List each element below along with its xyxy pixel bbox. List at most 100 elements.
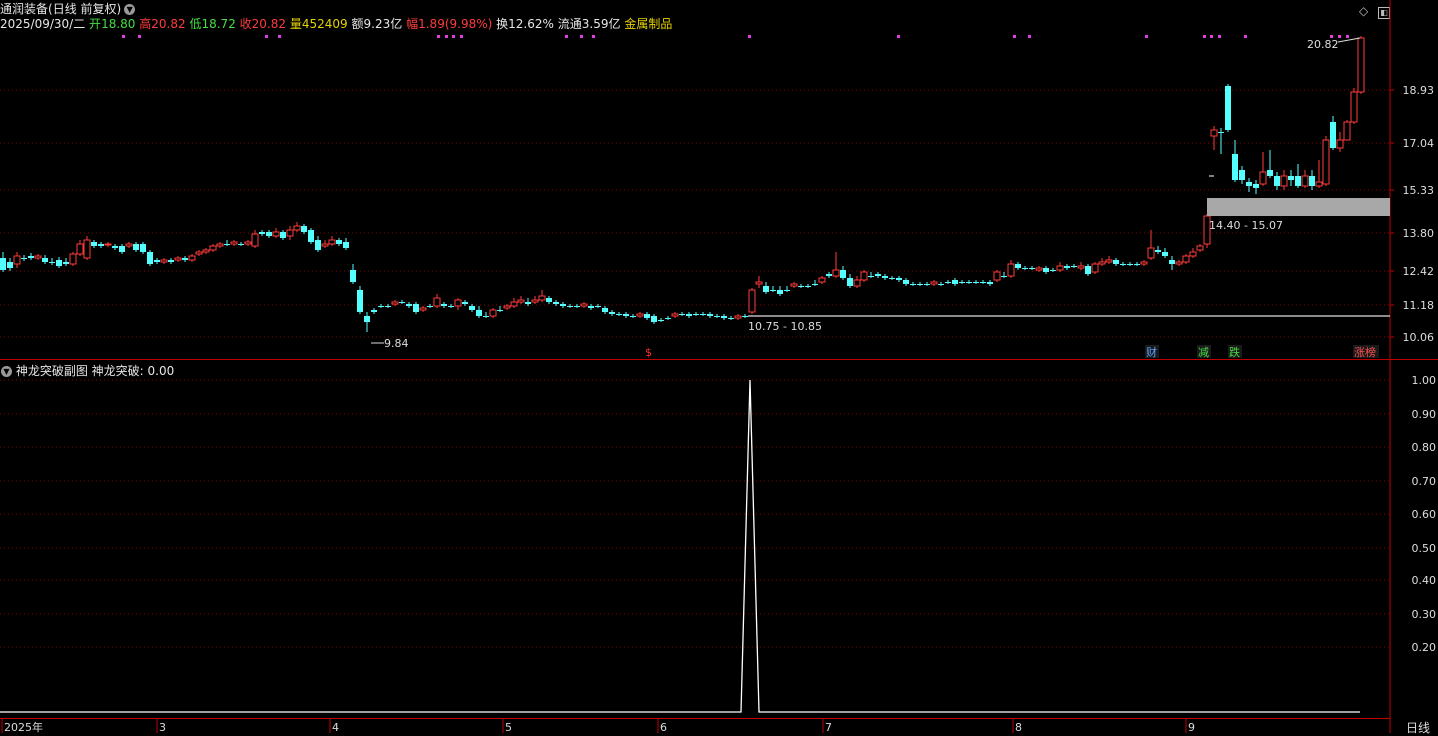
signal-dot (138, 35, 141, 38)
signal-dot (1218, 35, 1221, 38)
candle-body (160, 259, 168, 263)
candle-body (112, 246, 118, 248)
price-tick: 17.04 (1403, 137, 1435, 150)
candle-body (34, 255, 42, 259)
date-axis: 2025年 3 4 5 6 7 8 9 (1, 718, 1195, 733)
kline-chart[interactable]: 10.75 - 10.85 14.40 - 15.07 20.82 9.84 1… (0, 0, 1438, 733)
candle-body (168, 260, 174, 262)
candle-body (1134, 264, 1140, 265)
high-marker: 20.82 (1307, 38, 1339, 51)
candle-body (966, 282, 972, 283)
candle-body (63, 262, 69, 264)
indicator-title[interactable]: 神龙突破副图 (16, 364, 88, 378)
chevron-down-icon[interactable]: ▼ (1, 366, 12, 377)
candle-body (503, 305, 511, 309)
candle-body (644, 314, 650, 318)
candle-body (315, 240, 321, 250)
candle-body (391, 301, 399, 305)
candle-body (133, 244, 139, 250)
range-low-label: 10.75 - 10.85 (748, 320, 822, 333)
candle-body (280, 232, 286, 238)
candle-body (1336, 139, 1344, 149)
candle-body (665, 318, 671, 319)
price-tick: 18.93 (1403, 84, 1435, 97)
indicator-tick: 0.60 (1412, 508, 1437, 521)
candle-body (1225, 86, 1231, 130)
candle-body (83, 239, 91, 259)
candle-body (917, 284, 923, 285)
candle-body (1350, 91, 1358, 123)
candle-body (973, 282, 979, 283)
signal-markers (122, 35, 1349, 38)
candle-body (707, 314, 713, 316)
candle-body (1239, 170, 1245, 180)
candle-body (49, 262, 55, 263)
high-arrow (1337, 37, 1361, 43)
signal-dot (445, 35, 448, 38)
candle-body (266, 232, 272, 236)
date-tick: 3 (159, 721, 166, 733)
candle-body (1113, 260, 1119, 264)
candle-body (188, 255, 196, 261)
candle-body (714, 316, 720, 317)
candle-body (538, 295, 546, 301)
candle-body (42, 258, 48, 262)
candle-body (1140, 261, 1148, 265)
candle-body (104, 243, 112, 246)
candle-body (1056, 265, 1064, 271)
candle-body (1043, 268, 1049, 272)
candle-body (1322, 139, 1330, 185)
signal-dot (265, 35, 268, 38)
candle-body (56, 260, 62, 266)
event-marker: $ (645, 346, 652, 359)
indicator-value: 神龙突破: 0.00 (91, 364, 175, 378)
candle-body (567, 306, 573, 307)
signal-dot (437, 35, 440, 38)
candle-body (1155, 250, 1161, 252)
candle-body (930, 281, 938, 285)
grid-lines (0, 89, 1390, 648)
candle-body (209, 245, 217, 251)
candle-body (1280, 175, 1288, 187)
candle-body (224, 244, 230, 245)
candle-body (476, 310, 482, 316)
candle-body (441, 304, 447, 306)
candle-body (1253, 184, 1259, 188)
event-marker: 跌 (1229, 345, 1240, 359)
candle-body (357, 290, 363, 312)
candle-body (125, 243, 133, 247)
candle-body (1071, 266, 1077, 267)
candle-body (1357, 37, 1365, 93)
candle-body (1301, 175, 1309, 187)
period-tab[interactable]: 日线 (1406, 719, 1430, 736)
candle-body (588, 306, 594, 308)
candle-body (1343, 121, 1351, 141)
candle-body (777, 290, 783, 294)
candle-body (1098, 261, 1106, 265)
event-marker: 涨榜 (1354, 345, 1376, 359)
candle-body (321, 243, 329, 247)
candle-body (454, 299, 462, 307)
signal-dot (1013, 35, 1016, 38)
candle-body (1295, 176, 1301, 186)
signal-dot (580, 35, 583, 38)
candle-body (658, 320, 664, 321)
candle-body (1309, 176, 1315, 186)
candle-body (1029, 268, 1035, 269)
candles (0, 36, 1365, 332)
candle-body (798, 286, 804, 287)
candle-body (1007, 263, 1015, 277)
indicator-axis: 1.00 0.90 0.80 0.70 0.60 0.50 0.40 0.30 0.20 (1412, 374, 1437, 654)
candle-body (244, 241, 252, 245)
candle-body (826, 274, 832, 276)
indicator-tick: 0.50 (1412, 542, 1437, 555)
candle-body (76, 243, 84, 255)
signal-dot (565, 35, 568, 38)
candle-body (1189, 251, 1197, 257)
candle-body (343, 242, 349, 248)
candle-body (21, 258, 27, 259)
date-tick: 6 (660, 721, 667, 733)
price-tick: 11.18 (1403, 299, 1435, 312)
date-tick: 4 (332, 721, 339, 733)
candle-body (1162, 252, 1168, 256)
